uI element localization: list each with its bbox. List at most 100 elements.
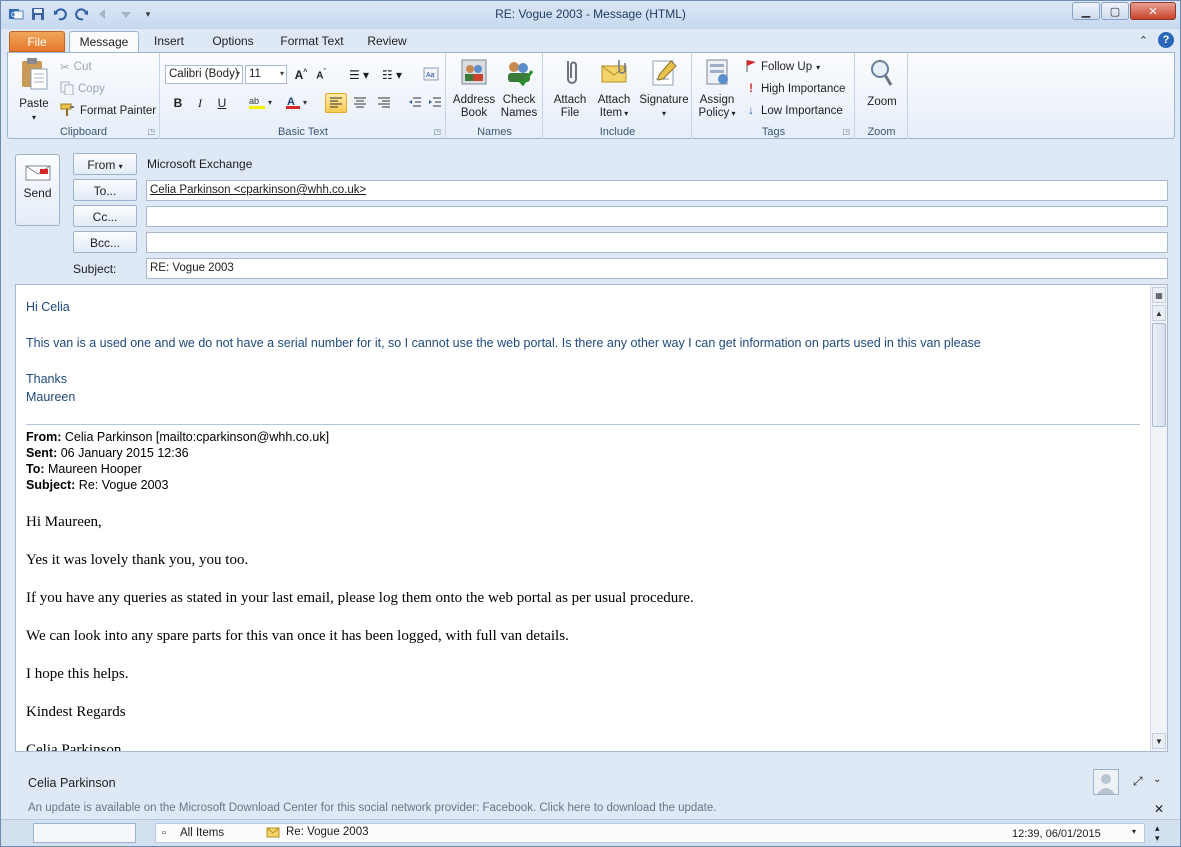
activity-item: Re: Vogue 2003 [286, 826, 369, 838]
check-names-label-2: Names [500, 107, 538, 119]
bold-button[interactable]: B [169, 93, 187, 113]
copy-button[interactable]: Copy [60, 80, 105, 98]
activity-folder-icon: ▫ [162, 827, 166, 839]
tab-review[interactable]: Review [363, 31, 411, 52]
zoom-button[interactable]: Zoom [860, 57, 904, 109]
bcc-button[interactable]: Bcc... [73, 231, 137, 253]
social-update-notice[interactable]: An update is available on the Microsoft … [28, 802, 716, 814]
font-color-button[interactable]: A ▾ [283, 93, 313, 113]
scissors-icon: ✂ [60, 62, 70, 74]
activity-scroll-icon[interactable]: ▴ ▾ [1155, 823, 1160, 843]
maximize-button[interactable]: ▢ [1101, 2, 1129, 20]
tab-insert[interactable]: Insert [145, 31, 193, 52]
scroll-down-button[interactable]: ▼ [1152, 733, 1166, 749]
attach-item-button[interactable]: Attach Item ▾ [592, 57, 636, 120]
people-pane-name[interactable]: Celia Parkinson [28, 776, 116, 790]
signature-dropdown-icon: ▾ [661, 109, 666, 118]
assign-policy-button[interactable]: Assign Policy ▾ [695, 57, 739, 120]
ribbon: Paste ▾ ✂ Cut Copy Format Painter Clipbo… [7, 52, 1175, 139]
quoted-from-line: From: Celia Parkinson [mailto:cparkinson… [26, 430, 329, 444]
grow-font-button[interactable]: A^ [291, 65, 311, 85]
dismiss-notice-close-icon[interactable]: ✕ [1154, 802, 1164, 816]
reply-signature: Maureen [26, 390, 76, 404]
tags-launcher-icon[interactable]: ◳ [842, 127, 850, 136]
font-name-combo[interactable]: Calibri (Body) ▾ [165, 65, 243, 84]
paste-button[interactable]: Paste ▾ [14, 57, 54, 124]
clipboard-launcher-icon[interactable]: ◳ [147, 127, 155, 136]
attach-file-button[interactable]: Attach File [548, 57, 592, 120]
increase-indent-button[interactable] [425, 93, 445, 113]
bullets-button[interactable]: ☰ ▾ [345, 65, 373, 85]
activity-dropdown-icon[interactable]: ▾ [1132, 827, 1136, 836]
scroll-up-button[interactable]: ▲ [1152, 305, 1166, 321]
to-field[interactable]: Celia Parkinson <cparkinson@whh.co.uk> [146, 180, 1168, 201]
underline-button[interactable]: U [213, 93, 231, 113]
send-button[interactable]: Send [15, 154, 60, 226]
cc-button[interactable]: Cc... [73, 205, 137, 227]
message-body[interactable]: Hi Celia This van is a used one and we d… [15, 284, 1168, 752]
follow-up-dropdown-icon: ▾ [816, 62, 821, 72]
attach-file-label-1: Attach [553, 94, 587, 106]
people-pane-dropdown-icon[interactable]: ⌄ [1153, 774, 1161, 785]
numbering-button[interactable]: ☷ ▾ [377, 65, 407, 85]
close-icon: ✕ [1148, 5, 1158, 18]
bcc-field[interactable] [146, 232, 1168, 253]
tab-options[interactable]: Options [205, 31, 261, 52]
minimize-ribbon-icon[interactable]: ⌃ [1139, 34, 1148, 47]
signature-button[interactable]: Signature ▾ [638, 57, 690, 120]
high-importance-label: High Importance [761, 83, 846, 95]
highlight-button[interactable]: ab ▾ [245, 93, 279, 113]
zoom-label: Zoom [867, 96, 897, 108]
align-right-button[interactable] [373, 93, 395, 113]
contact-photo-avatar[interactable] [1093, 769, 1119, 795]
scroll-thumb[interactable] [1152, 323, 1166, 427]
close-button[interactable]: ✕ [1130, 2, 1176, 20]
align-left-icon [329, 96, 343, 111]
ruler-toggle-icon[interactable]: ▦ [1152, 287, 1166, 303]
tab-message[interactable]: Message [69, 31, 139, 52]
highlight-icon: ab ▾ [248, 94, 276, 113]
body-scrollbar[interactable]: ▦ ▲ ▼ [1150, 285, 1167, 751]
original-paragraph: I hope this helps. [26, 666, 129, 682]
attach-file-label-2: File [560, 107, 580, 119]
subject-field[interactable]: RE: Vogue 2003 [146, 258, 1168, 279]
check-names-icon [497, 57, 541, 91]
styles-button[interactable]: Aa [421, 65, 441, 85]
high-importance-button[interactable]: ! High Importance [745, 80, 845, 98]
tab-file[interactable]: File [9, 31, 65, 52]
format-painter-button[interactable]: Format Painter [60, 102, 156, 120]
align-right-icon [377, 96, 391, 111]
activity-feed[interactable]: ▫ All Items Re: Vogue 2003 12:39, 06/01/… [155, 823, 1145, 843]
decrease-indent-button[interactable] [405, 93, 425, 113]
magnifier-icon [860, 57, 904, 93]
address-book-button[interactable]: Address Book [451, 57, 497, 120]
help-icon[interactable]: ? [1158, 32, 1174, 48]
to-recipient[interactable]: Celia Parkinson <cparkinson@whh.co.uk> [150, 184, 366, 196]
contact-list-box[interactable] [33, 823, 136, 843]
cc-field[interactable] [146, 206, 1168, 227]
bullets-icon: ☰ ▾ [348, 68, 370, 82]
reply-text: This van is a used one and we do not hav… [26, 336, 981, 350]
original-paragraph: Celia Parkinson [26, 742, 122, 752]
italic-button[interactable]: I [191, 93, 209, 113]
font-size-combo[interactable]: 11 ▾ [245, 65, 287, 84]
basic-text-group-label: Basic Text [278, 126, 328, 138]
paperclip-icon [548, 57, 592, 91]
svg-text:▾: ▾ [268, 98, 272, 107]
minimize-button[interactable]: ▁ [1072, 2, 1100, 20]
align-center-button[interactable] [349, 93, 371, 113]
tab-format-text[interactable]: Format Text [275, 31, 349, 52]
low-importance-button[interactable]: ↓ Low Importance [745, 102, 843, 120]
basic-text-launcher-icon[interactable]: ◳ [433, 127, 441, 136]
send-icon [24, 165, 52, 186]
copy-label: Copy [78, 83, 105, 95]
to-button[interactable]: To... [73, 179, 137, 201]
check-names-button[interactable]: Check Names [497, 57, 541, 120]
cut-button[interactable]: ✂ Cut [60, 58, 92, 76]
expand-people-pane-icon[interactable]: ⤢ [1133, 774, 1143, 789]
follow-up-button[interactable]: Follow Up ▾ [745, 58, 820, 76]
from-button[interactable]: From ▾ [73, 153, 137, 175]
shrink-font-button[interactable]: Aˇ [311, 65, 331, 85]
shrink-font-icon: Aˇ [316, 68, 326, 82]
align-left-button[interactable] [325, 93, 347, 113]
